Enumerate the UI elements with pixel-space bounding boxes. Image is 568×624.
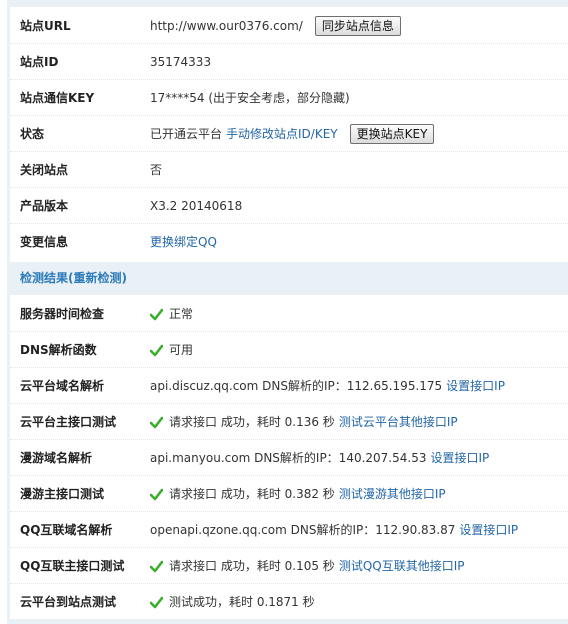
qq-set-ip-link[interactable]: 设置接口IP	[459, 512, 518, 548]
cloud-dns-text: api.discuz.qq.com DNS解析的IP：112.65.195.17…	[150, 379, 443, 393]
check-icon	[150, 596, 163, 609]
top-border	[7, 0, 568, 7]
label-version: 产品版本	[20, 199, 69, 213]
edit-site-id-key-link[interactable]: 手动修改站点ID/KEY	[226, 116, 338, 152]
label-site-key: 站点通信KEY	[20, 91, 95, 105]
detection-results-title[interactable]: 检测结果(重新检测)	[20, 262, 127, 295]
manyou-main-text: 请求接口 成功，耗时 0.382 秒	[169, 487, 335, 501]
value-site-url: http://www.our0376.com/ 同步站点信息	[150, 8, 401, 44]
value-qq-main: 请求接口 成功，耗时 0.105 秒 测试QQ互联其他接口IP	[150, 548, 464, 584]
row-manyou-main: 漫游主接口测试 请求接口 成功，耗时 0.382 秒 测试漫游其他接口IP	[10, 476, 568, 512]
value-site-key: 17****54 (出于安全考虑，部分隐藏)	[150, 91, 350, 105]
manyou-dns-text: api.manyou.com DNS解析的IP：140.207.54.53	[150, 451, 427, 465]
detection-results-header: 检测结果(重新检测)	[10, 262, 568, 295]
cloud-test-other-ip-link[interactable]: 测试云平台其他接口IP	[339, 404, 458, 440]
manyou-set-ip-link[interactable]: 设置接口IP	[430, 440, 489, 476]
sync-site-info-button[interactable]: 同步站点信息	[314, 16, 401, 36]
value-cloud-main: 请求接口 成功，耗时 0.136 秒 测试云平台其他接口IP	[150, 404, 458, 440]
label-site-id: 站点ID	[20, 55, 59, 69]
row-qq-main: QQ互联主接口测试 请求接口 成功，耗时 0.105 秒 测试QQ互联其他接口I…	[10, 548, 568, 584]
row-site-id: 站点ID 35174333	[10, 44, 568, 80]
label-qq-main: QQ互联主接口测试	[20, 559, 125, 573]
value-cloud-dns: api.discuz.qq.com DNS解析的IP：112.65.195.17…	[150, 368, 505, 404]
label-cloud-main: 云平台主接口测试	[20, 415, 117, 429]
qq-main-text: 请求接口 成功，耗时 0.105 秒	[169, 559, 335, 573]
value-server-time: 正常	[150, 296, 193, 332]
row-qq-dns: QQ互联域名解析 openapi.qzone.qq.com DNS解析的IP：1…	[10, 512, 568, 548]
status-text: 已开通云平台	[150, 127, 223, 141]
server-time-status: 正常	[169, 307, 194, 321]
cloud-main-text: 请求接口 成功，耗时 0.136 秒	[169, 415, 335, 429]
value-manyou-main: 请求接口 成功，耗时 0.382 秒 测试漫游其他接口IP	[150, 476, 446, 512]
row-site-url: 站点URL http://www.our0376.com/ 同步站点信息	[10, 8, 568, 44]
label-qq-dns: QQ互联域名解析	[20, 523, 113, 537]
row-dns-func: DNS解析函数 可用	[10, 332, 568, 368]
check-icon	[150, 344, 163, 357]
label-manyou-dns: 漫游域名解析	[20, 451, 93, 465]
row-site-key: 站点通信KEY 17****54 (出于安全考虑，部分隐藏)	[10, 80, 568, 116]
value-close-site: 否	[150, 163, 163, 177]
cloud-to-site-text: 测试成功，耗时 0.1871 秒	[169, 595, 315, 609]
check-icon	[150, 560, 163, 573]
cloud-set-ip-link[interactable]: 设置接口IP	[446, 368, 505, 404]
qq-test-other-ip-link[interactable]: 测试QQ互联其他接口IP	[339, 548, 465, 584]
qq-dns-text: openapi.qzone.qq.com DNS解析的IP：112.90.83.…	[150, 523, 456, 537]
row-cloud-dns: 云平台域名解析 api.discuz.qq.com DNS解析的IP：112.6…	[10, 368, 568, 404]
value-change-info: 更换绑定QQ	[150, 224, 217, 260]
bottom-border	[7, 619, 568, 624]
row-close-site: 关闭站点 否	[10, 152, 568, 188]
change-bound-qq-link[interactable]: 更换绑定QQ	[150, 224, 217, 260]
row-cloud-main: 云平台主接口测试 请求接口 成功，耗时 0.136 秒 测试云平台其他接口IP	[10, 404, 568, 440]
manyou-test-other-ip-link[interactable]: 测试漫游其他接口IP	[339, 476, 446, 512]
check-icon	[150, 308, 163, 321]
label-change-info: 变更信息	[20, 235, 69, 249]
value-qq-dns: openapi.qzone.qq.com DNS解析的IP：112.90.83.…	[150, 512, 518, 548]
label-close-site: 关闭站点	[20, 163, 69, 177]
row-change-info: 变更信息 更换绑定QQ	[10, 224, 568, 260]
value-version: X3.2 20140618	[150, 199, 243, 213]
label-cloud-dns: 云平台域名解析	[20, 379, 105, 393]
row-cloud-to-site: 云平台到站点测试 测试成功，耗时 0.1871 秒	[10, 584, 568, 620]
check-icon	[150, 416, 163, 429]
value-dns-func: 可用	[150, 332, 193, 368]
label-site-url: 站点URL	[20, 19, 71, 33]
value-manyou-dns: api.manyou.com DNS解析的IP：140.207.54.53 设置…	[150, 440, 489, 476]
label-manyou-main: 漫游主接口测试	[20, 487, 105, 501]
label-status: 状态	[20, 127, 45, 141]
change-site-key-button[interactable]: 更换站点KEY	[349, 124, 435, 144]
label-cloud-to-site: 云平台到站点测试	[20, 595, 117, 609]
row-version: 产品版本 X3.2 20140618	[10, 188, 568, 224]
value-cloud-to-site: 测试成功，耗时 0.1871 秒	[150, 584, 315, 620]
row-status: 状态 已开通云平台 手动修改站点ID/KEY 更换站点KEY	[10, 116, 568, 152]
value-site-id: 35174333	[150, 55, 212, 69]
site-url-text: http://www.our0376.com/	[150, 19, 303, 33]
label-server-time: 服务器时间检查	[20, 307, 105, 321]
value-status: 已开通云平台 手动修改站点ID/KEY 更换站点KEY	[150, 116, 435, 152]
cloud-platform-panel: 站点URL http://www.our0376.com/ 同步站点信息 站点I…	[7, 0, 568, 624]
dns-func-status: 可用	[169, 343, 194, 357]
label-dns-func: DNS解析函数	[20, 343, 97, 357]
check-icon	[150, 488, 163, 501]
row-server-time: 服务器时间检查 正常	[10, 296, 568, 332]
row-manyou-dns: 漫游域名解析 api.manyou.com DNS解析的IP：140.207.5…	[10, 440, 568, 476]
